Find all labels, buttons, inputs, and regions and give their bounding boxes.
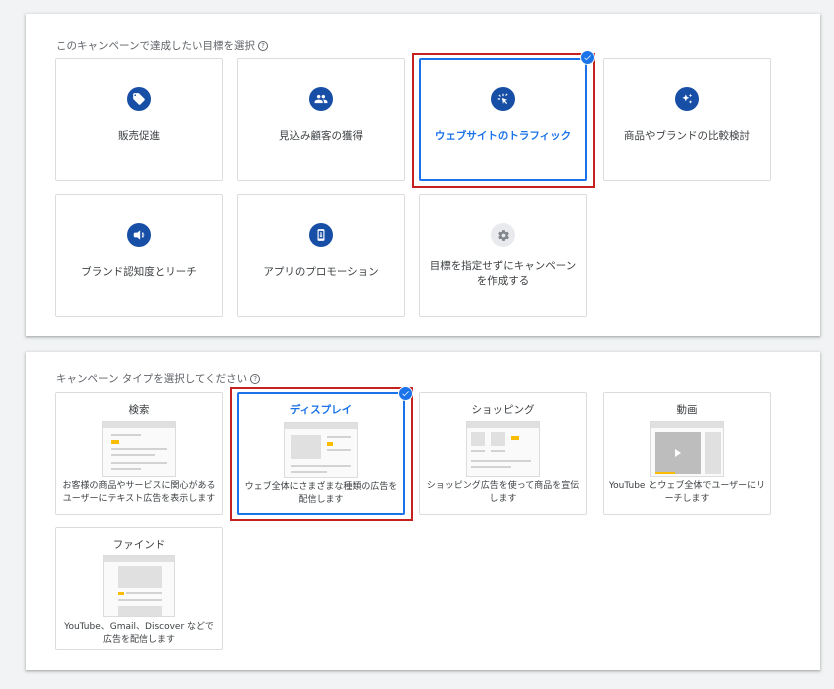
- goal-selection-panel: このキャンペーンで達成したい目標を選択? 販売促進 見込み顧客の獲得 ウェブサイ…: [26, 14, 820, 336]
- goal-card-app-promotion[interactable]: アプリのプロモーション: [237, 194, 405, 317]
- discover-thumbnail: [103, 555, 175, 617]
- type-description: お客様の商品やサービスに関心があるユーザーにテキスト広告を表示します: [62, 481, 216, 504]
- goal-card-awareness[interactable]: ブランド認知度とリーチ: [55, 194, 223, 317]
- goal-card-website-traffic[interactable]: ウェブサイトのトラフィック: [419, 58, 587, 181]
- search-thumbnail: [102, 421, 176, 477]
- goal-card-leads[interactable]: 見込み顧客の獲得: [237, 58, 405, 181]
- display-thumbnail: [284, 422, 358, 478]
- help-icon[interactable]: ?: [257, 41, 268, 51]
- goal-card-sales[interactable]: 販売促進: [55, 58, 223, 181]
- goal-label: ブランド認知度とリーチ: [81, 266, 197, 278]
- type-card-discover[interactable]: ファインド YouTube、Gmail、Discover などで広告を配信します: [55, 527, 223, 650]
- type-title: 動画: [676, 404, 698, 416]
- type-title: 検索: [128, 404, 150, 416]
- goal-section-title: このキャンペーンで達成したい目標を選択?: [56, 38, 268, 53]
- campaign-type-panel: キャンペーン タイプを選択してください? 検索 お客様の商品やサービスに関心があ…: [26, 352, 820, 670]
- shopping-thumbnail: [466, 421, 540, 477]
- goal-card-consideration[interactable]: 商品やブランドの比較検討: [603, 58, 771, 181]
- goal-label: 販売促進: [118, 130, 160, 142]
- checkmark-icon: [398, 386, 413, 401]
- goal-label: 商品やブランドの比較検討: [624, 130, 750, 142]
- people-icon: [309, 87, 333, 111]
- sparkle-icon: [675, 87, 699, 111]
- type-description: YouTube とウェブ全体でユーザーにリーチします: [608, 481, 766, 504]
- goal-card-no-goal[interactable]: 目標を指定せずにキャンペーンを作成する: [419, 194, 587, 317]
- megaphone-icon: [127, 223, 151, 247]
- gear-icon: [491, 223, 515, 247]
- type-description: ショッピング広告を使って商品を宣伝します: [426, 481, 580, 504]
- goal-label: 見込み顧客の獲得: [279, 130, 363, 142]
- type-card-search[interactable]: 検索 お客様の商品やサービスに関心があるユーザーにテキスト広告を表示します: [55, 392, 223, 515]
- tag-icon: [127, 87, 151, 111]
- video-thumbnail: [650, 421, 724, 477]
- goal-label: アプリのプロモーション: [263, 266, 379, 278]
- type-description: YouTube、Gmail、Discover などで広告を配信します: [64, 622, 214, 645]
- goal-label: ウェブサイトのトラフィック: [434, 130, 572, 142]
- checkmark-icon: [580, 50, 595, 65]
- type-description: ウェブ全体にさまざまな種類の広告を配信します: [244, 482, 398, 505]
- type-card-display[interactable]: ディスプレイ ウェブ全体にさまざまな種類の広告を配信します: [237, 392, 405, 515]
- type-title: ファインド: [112, 539, 166, 551]
- cursor-click-icon: [491, 87, 515, 111]
- type-title: ショッピング: [471, 404, 535, 416]
- type-card-video[interactable]: 動画 YouTube とウェブ全体でユーザーにリーチします: [603, 392, 771, 515]
- goal-label: 目標を指定せずにキャンペーンを作成する: [429, 260, 577, 287]
- type-title: ディスプレイ: [289, 404, 353, 416]
- type-section-title: キャンペーン タイプを選択してください?: [56, 371, 261, 386]
- phone-icon: [309, 223, 333, 247]
- type-card-shopping[interactable]: ショッピング ショッピング広告を使って商品を宣伝します: [419, 392, 587, 515]
- help-icon[interactable]: ?: [250, 374, 261, 384]
